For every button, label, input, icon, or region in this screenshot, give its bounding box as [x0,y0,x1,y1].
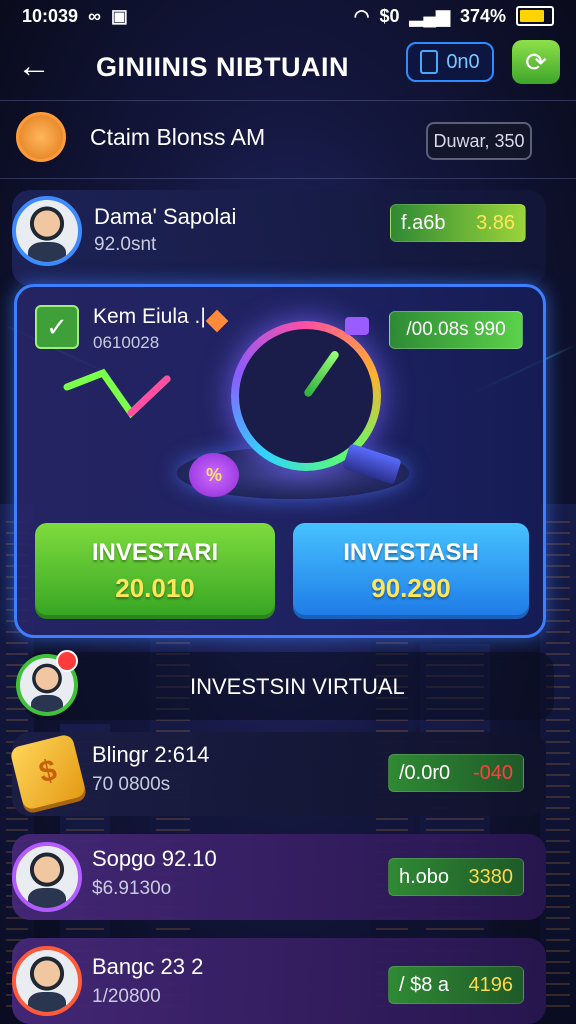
row-sub: $6.9130o [92,878,172,899]
row-name: Sopgo 92.10 [92,846,217,871]
signal-bars-icon: ▂▄▆ [409,5,450,26]
pill-right: -040 [472,761,513,784]
claim-value-pill[interactable]: Duwar, 350 [426,122,532,160]
user-name: Dama' Sapolai [94,204,237,229]
wallet-badge-button[interactable]: 0n0 [406,42,494,82]
pill-left: /0.0r0 [399,761,451,784]
row-sub: 70 0800s [92,774,171,795]
list-item[interactable]: Sopgo 92.10 $6.9130o h.obo 3380 [12,834,546,920]
row-sub: 1/20800 [92,986,161,1007]
checkmark-icon: ✓ [35,305,79,349]
percent-badge: % [189,453,239,497]
invest-green-amount: 20.010 [115,572,195,603]
pill-right: 3.86 [476,211,515,234]
invest-blue-amount: 90.290 [371,572,451,603]
pill-left: h.obo [399,865,450,888]
claim-row[interactable]: Ctaim Blonss AM Duwar, 350 [0,108,576,174]
invest-blue-label: INVESTASH [343,538,479,566]
section-title: INVESTSIN VIRTUAL [190,674,405,699]
row-value-pill: h.obo 3380 [388,858,524,896]
invest-green-button[interactable]: INVESTARI 20.010 [35,523,275,619]
hero-name: Kem Eiula .| [93,305,206,328]
list-item[interactable]: Blingr 2:614 70 0800s /0.0r0 -040 [12,732,546,816]
avatar [12,946,82,1016]
wallet-icon [420,50,439,74]
pill-right: 4196 [468,973,514,996]
divider [0,178,576,179]
avatar [12,842,82,912]
battery-icon [516,6,554,26]
wifi-icon: ◠ [353,5,370,26]
refresh-button[interactable]: ⟳ [512,40,560,84]
notification-icon [56,650,78,672]
pill-left: f.a6b [401,211,446,234]
user-value-pill: f.a6b 3.86 [390,204,526,242]
status-signal-text: $0 [379,5,400,26]
row-name: Blingr 2:614 [92,742,210,767]
investment-hero-card: ✓ Kem Eiula .| 0610028 /00.08s 990 % INV… [14,284,546,638]
wallet-badge-label: 0n0 [446,50,480,73]
hero-sub: 0610028 [93,333,160,352]
row-name: Bangc 23 2 [92,954,204,979]
section-avatar-wrap[interactable] [16,650,78,716]
divider [0,100,576,101]
trend-line-icon [63,368,171,419]
invest-blue-button[interactable]: INVESTASH 90.290 [293,523,529,619]
row-value-pill: / $8 a 4196 [388,966,524,1004]
claim-title: Ctaim Blonss AM [90,124,266,150]
row-value-pill: /0.0r0 -040 [388,754,524,792]
pill-right: 3380 [468,865,514,888]
refresh-icon: ⟳ [525,46,547,77]
user-sub: 92.0snt [94,234,157,255]
pill-left: / $8 a [399,973,450,996]
list-item[interactable]: Bangc 23 2 1/20800 / $8 a 4196 [12,938,546,1024]
status-time: 10:039 [22,5,79,26]
image-icon: ▣ [110,5,128,26]
gauge-needle [302,349,341,399]
status-bar: 10:039 ∞ ▣ ◠ $0 ▂▄▆ 374% [0,0,576,32]
back-arrow-icon[interactable]: ← [14,46,54,86]
diamond-icon [205,309,229,333]
hero-value-pill: /00.08s 990 [389,311,523,349]
claim-avatar [16,112,66,162]
chat-icon [345,317,369,335]
invest-green-label: INVESTARI [91,538,219,566]
user-card[interactable]: Dama' Sapolai 92.0snt f.a6b 3.86 [12,190,546,286]
page-title: GINIINIS NIBTUAIN [96,52,350,82]
infinity-icon: ∞ [88,5,101,26]
battery-percent: 374% [459,5,506,26]
avatar [12,196,82,266]
app-header: ← GINIINIS NIBTUAIN 0n0 ⟳ [0,38,576,94]
